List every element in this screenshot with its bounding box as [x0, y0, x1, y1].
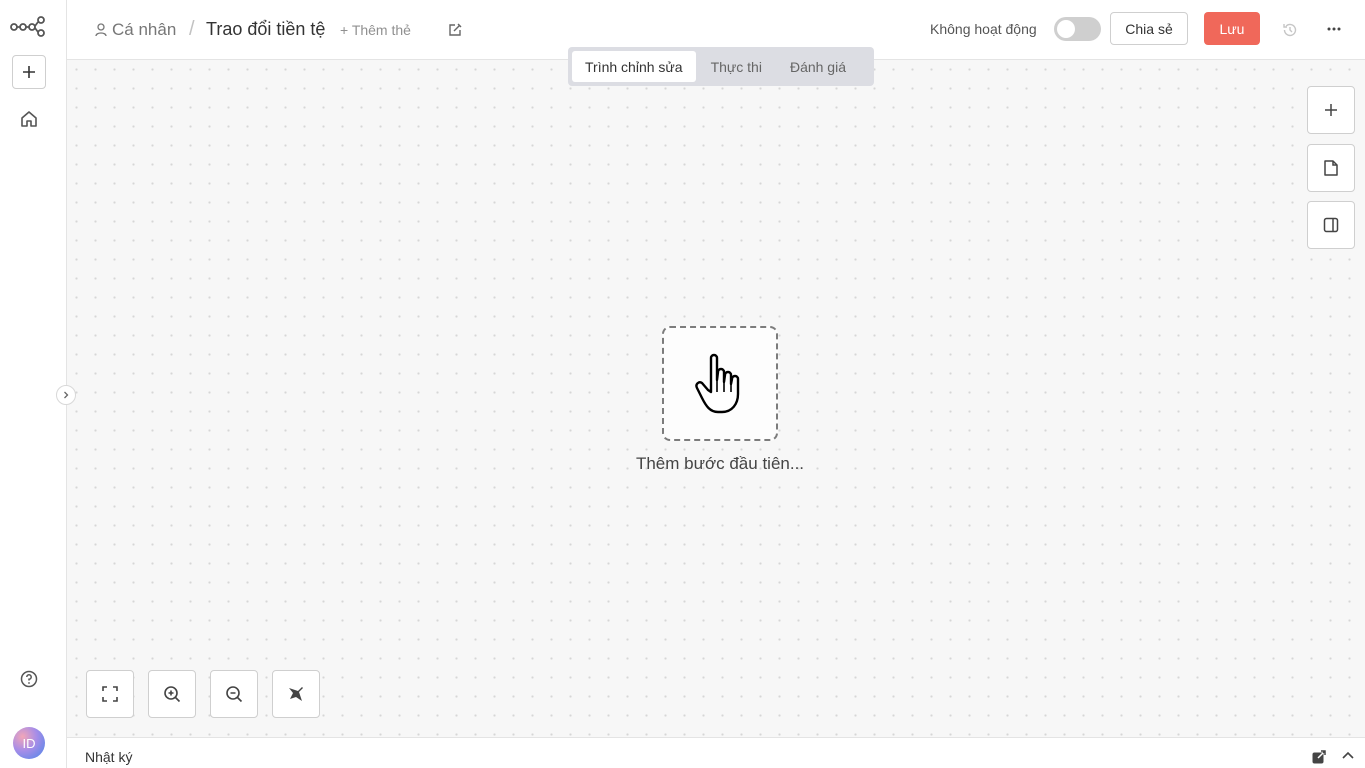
- view-tabs: Trình chỉnh sửa Thực thi Đánh giá: [568, 47, 874, 86]
- tab-evaluations[interactable]: Đánh giá: [777, 51, 859, 82]
- tidy-up-icon: [289, 687, 303, 701]
- workflow-logo-icon[interactable]: [10, 14, 46, 38]
- panel-icon: [1323, 217, 1339, 233]
- home-icon: [21, 111, 37, 127]
- tab-executions[interactable]: Thực thi: [698, 51, 775, 82]
- user-icon: [95, 23, 107, 37]
- chevron-up-icon[interactable]: [1341, 749, 1355, 763]
- add-first-step-button[interactable]: [662, 326, 778, 441]
- tab-editor[interactable]: Trình chỉnh sửa: [572, 51, 696, 82]
- zoom-out-icon: [226, 686, 243, 703]
- popout-icon[interactable]: [1311, 749, 1327, 765]
- save-button[interactable]: Lưu: [1204, 12, 1260, 45]
- avatar[interactable]: ID: [13, 727, 45, 759]
- add-tag-button[interactable]: + Thêm thẻ: [340, 22, 411, 38]
- toggle-panel-button[interactable]: [1307, 201, 1355, 249]
- log-label: Nhật ký: [85, 749, 133, 765]
- expand-sidebar-button[interactable]: [56, 385, 76, 405]
- breadcrumb-owner[interactable]: Cá nhân: [95, 18, 176, 42]
- fit-view-icon: [102, 686, 118, 702]
- more-icon[interactable]: [1323, 19, 1345, 39]
- zoom-to-fit-button[interactable]: [86, 670, 134, 718]
- add-sticky-note-button[interactable]: [1307, 144, 1355, 192]
- sticky-note-icon: [1324, 160, 1338, 176]
- active-toggle[interactable]: [1054, 17, 1101, 41]
- zoom-in-button[interactable]: [148, 670, 196, 718]
- workflow-title[interactable]: Trao đổi tiền tệ: [206, 19, 325, 40]
- toggle-knob: [1057, 20, 1075, 38]
- log-panel-bar[interactable]: Nhật ký: [67, 737, 1365, 768]
- app-window: ID Cá nhân / Trao đổi tiền tệ + Thêm thẻ…: [0, 0, 1365, 768]
- share-button[interactable]: Chia sẻ: [1110, 12, 1188, 45]
- active-status-label: Không hoạt động: [930, 21, 1037, 37]
- breadcrumb-separator: /: [189, 18, 195, 40]
- tidy-up-button[interactable]: [272, 670, 320, 718]
- create-workflow-button[interactable]: [12, 55, 46, 89]
- zoom-in-icon: [164, 686, 181, 703]
- plus-icon: [1325, 104, 1337, 116]
- history-icon[interactable]: [1281, 21, 1299, 39]
- add-node-button[interactable]: [1307, 86, 1355, 134]
- help-icon: [20, 670, 38, 688]
- home-button[interactable]: [18, 108, 40, 130]
- help-button[interactable]: [18, 668, 40, 690]
- hand-pointer-icon: [695, 353, 740, 413]
- chevron-right-icon: [64, 391, 69, 399]
- first-step-label[interactable]: Thêm bước đầu tiên...: [580, 454, 860, 474]
- edit-icon[interactable]: [447, 22, 463, 38]
- left-sidebar: ID: [0, 0, 67, 768]
- plus-icon: [23, 66, 35, 78]
- breadcrumb-owner-label: Cá nhân: [112, 20, 177, 39]
- zoom-out-button[interactable]: [210, 670, 258, 718]
